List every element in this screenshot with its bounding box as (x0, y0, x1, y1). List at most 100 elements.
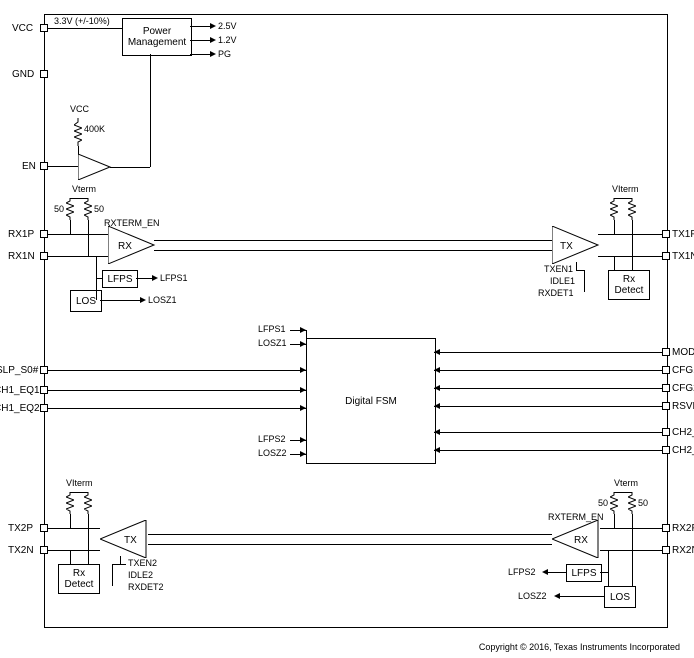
pin-label: RX2N (672, 545, 694, 556)
wire (48, 390, 306, 391)
arrow-icon (434, 403, 440, 409)
los-block: LOS (70, 290, 102, 312)
svg-text:TX: TX (560, 241, 573, 252)
wire (632, 550, 633, 586)
wire (632, 220, 633, 256)
pin-label: RX1N (8, 251, 35, 262)
wire (48, 550, 100, 551)
wire (70, 514, 71, 528)
wire (434, 450, 662, 451)
pin-rx2n (662, 546, 670, 554)
pin-gnd (40, 70, 48, 78)
tx2-amp: TX (100, 520, 148, 561)
viterm-label: VIterm (612, 184, 639, 194)
losz2-label: LOSZ2 (518, 591, 547, 601)
pin-label: GND (12, 69, 34, 80)
pin-label: TX2P (8, 523, 33, 534)
arrow-icon (434, 385, 440, 391)
wire (48, 370, 306, 371)
pin-label: CFG2 (672, 383, 694, 394)
r400k-label: 400K (84, 124, 105, 134)
pin-label: RSVD1 (672, 401, 694, 412)
wire (614, 220, 615, 234)
wire (190, 54, 210, 55)
resistor-icon (84, 198, 92, 216)
pin-label: CH2_EQ1 (672, 427, 694, 438)
svg-text:RX: RX (574, 535, 588, 546)
wire (614, 492, 632, 493)
resistor-icon (610, 492, 618, 510)
wire (548, 572, 566, 573)
wire (576, 270, 584, 271)
arrow-icon (210, 37, 216, 43)
lfps1-in-label: LFPS1 (258, 324, 286, 334)
vterm-label: Vterm (72, 184, 96, 194)
pin-cfg1 (662, 366, 670, 374)
wire (632, 514, 633, 550)
vcc-int-label: VCC (70, 104, 89, 114)
arrow-icon (300, 387, 306, 393)
wire (48, 528, 100, 529)
wire (598, 256, 662, 257)
wire (148, 544, 552, 545)
pin-rsvd1 (662, 402, 670, 410)
arrow-icon (152, 275, 158, 281)
wire (632, 256, 633, 270)
tx-amp: TX (552, 226, 600, 267)
wire (112, 564, 126, 565)
pin-vcc (40, 24, 48, 32)
v12-label: 1.2V (218, 35, 237, 45)
resistor-icon (628, 198, 636, 216)
arrow-icon (300, 437, 306, 443)
wire (96, 234, 108, 235)
wire (148, 534, 552, 535)
pin-rx1n (40, 252, 48, 260)
wire (560, 596, 604, 597)
wire (434, 370, 662, 371)
rx2-amp: RX (552, 520, 600, 561)
wire (154, 250, 552, 251)
pin-mode (662, 348, 670, 356)
wire (48, 408, 306, 409)
pin-rx2p (662, 524, 670, 532)
losz2-in-label: LOSZ2 (258, 448, 287, 458)
lfps-block-2: LFPS (566, 564, 602, 582)
r50-label: 50 (598, 498, 608, 508)
resistor-icon (74, 118, 82, 136)
pin-tx2n (40, 546, 48, 554)
wire (88, 220, 89, 256)
lfps1-label: LFPS1 (160, 273, 188, 283)
arrow-icon (542, 569, 548, 575)
pin-ch1-eq1 (40, 386, 48, 394)
rx-detect-block: Rx Detect (608, 270, 650, 300)
wire (48, 166, 78, 167)
arrow-icon (434, 429, 440, 435)
los-block-2: LOS (604, 586, 636, 608)
pin-tx2p (40, 524, 48, 532)
wire (576, 262, 577, 270)
wire (70, 198, 88, 199)
wire (154, 240, 552, 241)
arrow-icon (434, 367, 440, 373)
wire (600, 528, 662, 529)
arrow-icon (210, 23, 216, 29)
pin-label: TX1P (672, 229, 694, 240)
arrow-icon (434, 447, 440, 453)
wire (434, 388, 662, 389)
pin-label: CFG1 (672, 365, 694, 376)
wire (112, 564, 113, 586)
rxdet1-label: RXDET1 (538, 288, 574, 298)
arrow-icon (300, 367, 306, 373)
wire (100, 300, 140, 301)
resistor-icon (66, 198, 74, 216)
viterm-label-2: VIterm (66, 478, 93, 488)
resistor-icon (84, 492, 92, 510)
r50-label: 50 (94, 204, 104, 214)
arrow-icon (300, 341, 306, 347)
wire (70, 220, 71, 234)
block-diagram: VCC GND EN RX1P RX1N SLP_S0# CH1_EQ1 CH1… (0, 0, 694, 658)
lfps2-label: LFPS2 (508, 567, 536, 577)
wire (70, 492, 88, 493)
svg-text:RX: RX (118, 241, 132, 252)
wire (600, 550, 662, 551)
